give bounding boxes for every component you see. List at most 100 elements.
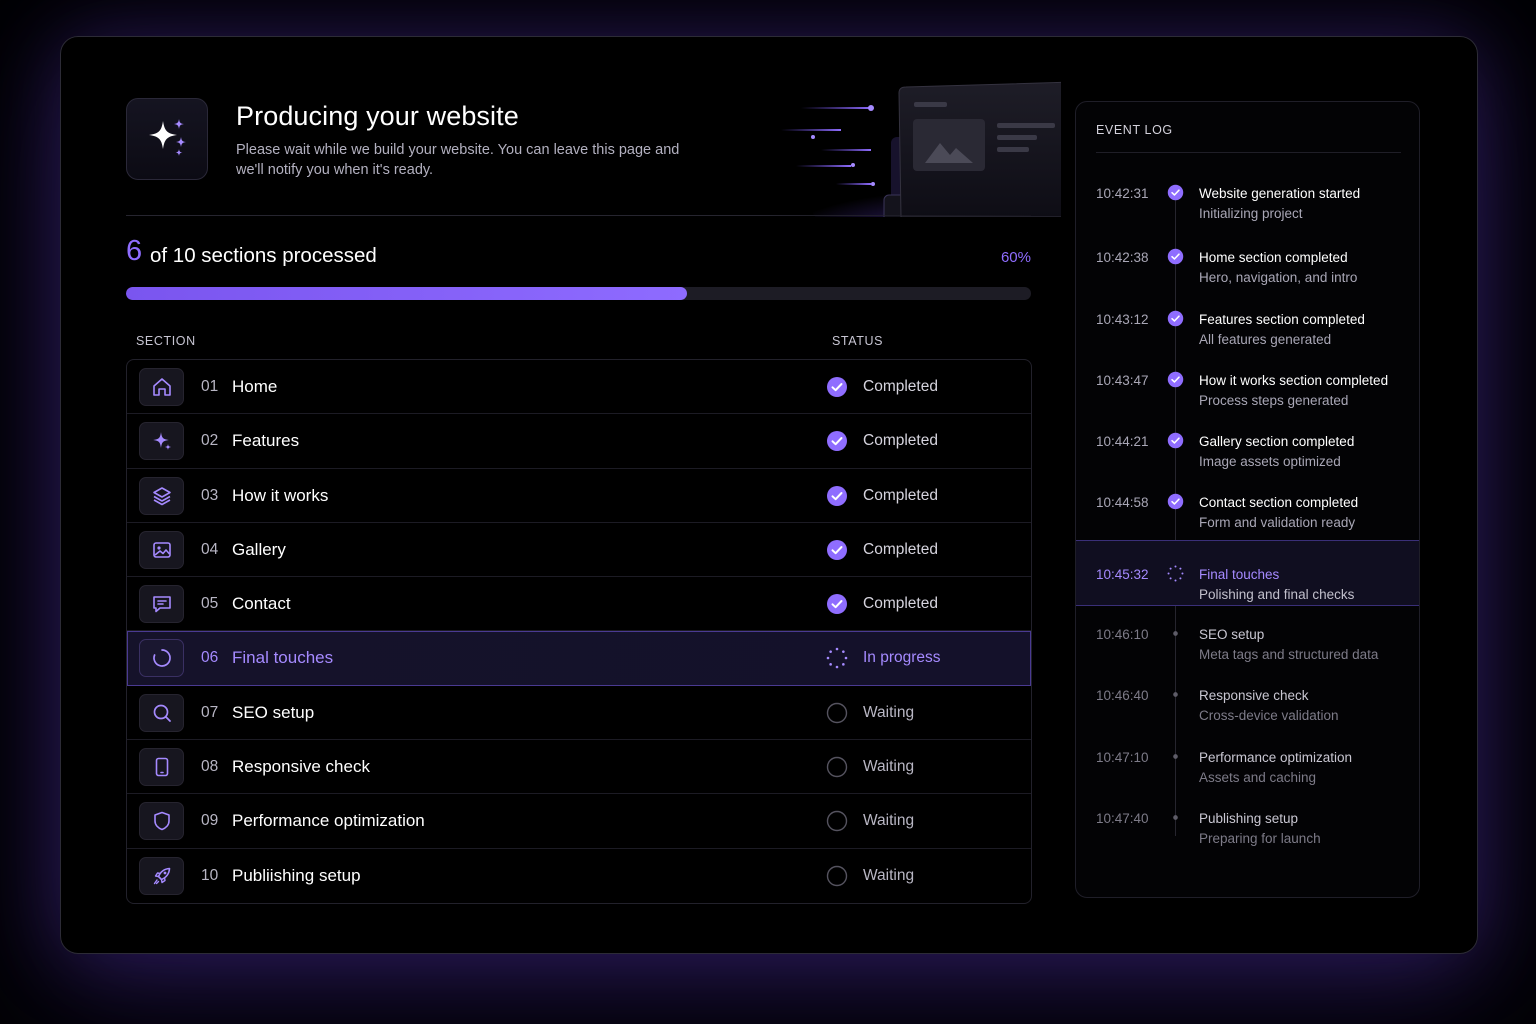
section-name: Responsive check — [232, 757, 370, 777]
section-name: Performance optimization — [232, 811, 425, 831]
sparkle-icon — [152, 432, 171, 451]
event-time: 10:47:40 — [1096, 811, 1149, 826]
event-log-item: 10:46:10 SEO setup Meta tags and structure… — [1076, 615, 1419, 677]
progress-bar-fill — [126, 287, 688, 300]
table-row[interactable]: 02 Features Completed — [127, 414, 1031, 469]
event-time: 10:45:32 — [1096, 567, 1149, 582]
section-number: 04 — [201, 540, 219, 558]
table-row[interactable]: 09 Performance optimization Waiting — [127, 794, 1031, 849]
section-icon-box — [139, 639, 184, 678]
check-circle-icon — [1167, 432, 1184, 449]
section-name: SEO setup — [232, 702, 315, 722]
table-row[interactable]: 04 Gallery Completed — [127, 523, 1031, 578]
app-window: Producing your website Please wait while… — [60, 36, 1478, 954]
event-title: Gallery section completed — [1199, 434, 1355, 449]
section-number: 03 — [201, 486, 219, 504]
event-log-item: 10:47:40 Publishing setup Preparing for la… — [1076, 799, 1419, 861]
event-time: 10:46:10 — [1096, 627, 1149, 642]
event-subtitle: Cross-device validation — [1199, 708, 1339, 723]
progress-label: of 10 sections processed — [150, 244, 377, 267]
section-status: Completed — [863, 378, 938, 395]
event-subtitle: Form and validation ready — [1199, 515, 1356, 530]
event-log-item: 10:47:10 Performance optimization Assets a… — [1076, 738, 1419, 800]
tablet-icon — [155, 757, 168, 777]
section-status: Waiting — [863, 703, 915, 721]
table-row[interactable]: 10 Publiishing setup Waiting — [127, 849, 1031, 903]
event-log-item: 10:42:31 Website generation started Initia… — [1076, 174, 1419, 236]
check-circle-icon — [1167, 310, 1184, 327]
event-time: 10:44:58 — [1096, 495, 1149, 510]
section-number: 06 — [201, 649, 219, 667]
section-icon-box — [139, 748, 184, 787]
event-log-panel: EVENT LOG 10:42:31 Website generation sta… — [1075, 101, 1420, 898]
shield-icon — [153, 812, 170, 831]
layers-icon — [152, 486, 171, 505]
section-name: How it works — [232, 485, 329, 505]
event-time: 10:47:10 — [1096, 750, 1149, 765]
section-status: In progress — [863, 649, 941, 667]
app-logo — [126, 98, 208, 180]
check-circle-icon — [826, 485, 848, 507]
event-log-item: 10:44:21 Gallery section completed Image a… — [1076, 422, 1419, 484]
section-status: Waiting — [863, 758, 915, 776]
event-title: How it works section completed — [1199, 373, 1389, 388]
section-number: 08 — [201, 758, 219, 776]
section-icon-box — [139, 856, 184, 895]
check-circle-icon — [826, 376, 848, 398]
section-status: Waiting — [863, 812, 915, 830]
image-icon — [152, 542, 171, 558]
event-title: Publishing setup — [1199, 811, 1299, 826]
column-header-status: STATUS — [832, 334, 884, 348]
loader-icon — [152, 649, 171, 668]
section-name: Features — [232, 431, 300, 451]
event-time: 10:43:12 — [1096, 312, 1149, 327]
progress-percent: 60% — [1000, 249, 1031, 266]
table-row[interactable]: 07 SEO setup Waiting — [127, 686, 1031, 741]
section-icon-box — [139, 476, 184, 515]
progress-bar — [126, 287, 1031, 300]
home-icon — [152, 378, 171, 396]
event-subtitle: Hero, navigation, and intro — [1199, 270, 1358, 285]
section-icon-box — [139, 693, 184, 732]
table-row[interactable]: 01 Home Completed — [127, 360, 1031, 415]
section-name: Contact — [232, 594, 291, 614]
table-row[interactable]: 08 Responsive check Waiting — [127, 740, 1031, 795]
event-title: Website generation started — [1199, 186, 1361, 201]
event-title: SEO setup — [1199, 627, 1265, 642]
event-time: 10:44:21 — [1096, 434, 1149, 449]
section-status: Completed — [863, 432, 938, 450]
event-title: Contact section completed — [1199, 495, 1359, 510]
table-row[interactable]: 03 How it works Completed — [127, 469, 1031, 523]
page-title: Producing your website — [236, 101, 519, 131]
section-name: Home — [232, 377, 278, 396]
sections-table: 01 Home Completed 02 Features Completed 03 How … — [126, 359, 1032, 904]
column-header-section: SECTION — [136, 334, 196, 348]
dot-icon — [1167, 625, 1184, 642]
section-status: Completed — [863, 486, 938, 504]
dot-icon — [1167, 686, 1184, 703]
section-number: 05 — [201, 595, 219, 613]
event-log-item: 10:45:32 Final touches Polishing and final… — [1076, 540, 1419, 606]
check-circle-icon — [1167, 248, 1184, 265]
check-circle-icon — [826, 593, 848, 615]
search-icon — [153, 704, 171, 722]
check-circle-icon — [1167, 371, 1184, 388]
event-subtitle: Assets and caching — [1199, 770, 1317, 785]
empty-circle-icon — [826, 810, 848, 832]
event-subtitle: Meta tags and structured data — [1199, 647, 1379, 662]
event-log-title: EVENT LOG — [1096, 123, 1173, 137]
table-row[interactable]: 05 Contact Completed — [127, 577, 1031, 632]
event-time: 10:42:38 — [1096, 250, 1149, 265]
section-icon-box — [139, 530, 184, 569]
section-number: 09 — [201, 812, 219, 830]
event-time: 10:46:40 — [1096, 688, 1149, 703]
check-circle-icon — [1167, 184, 1184, 201]
sparkles-icon — [149, 119, 186, 156]
table-row[interactable]: 06 Final touches In progress — [127, 631, 1031, 686]
dot-icon — [1167, 748, 1184, 765]
event-subtitle: Image assets optimized — [1199, 454, 1341, 469]
dot-icon — [1167, 809, 1184, 826]
empty-circle-icon — [826, 756, 848, 778]
message-icon — [152, 596, 171, 613]
rocket-icon — [153, 867, 170, 884]
